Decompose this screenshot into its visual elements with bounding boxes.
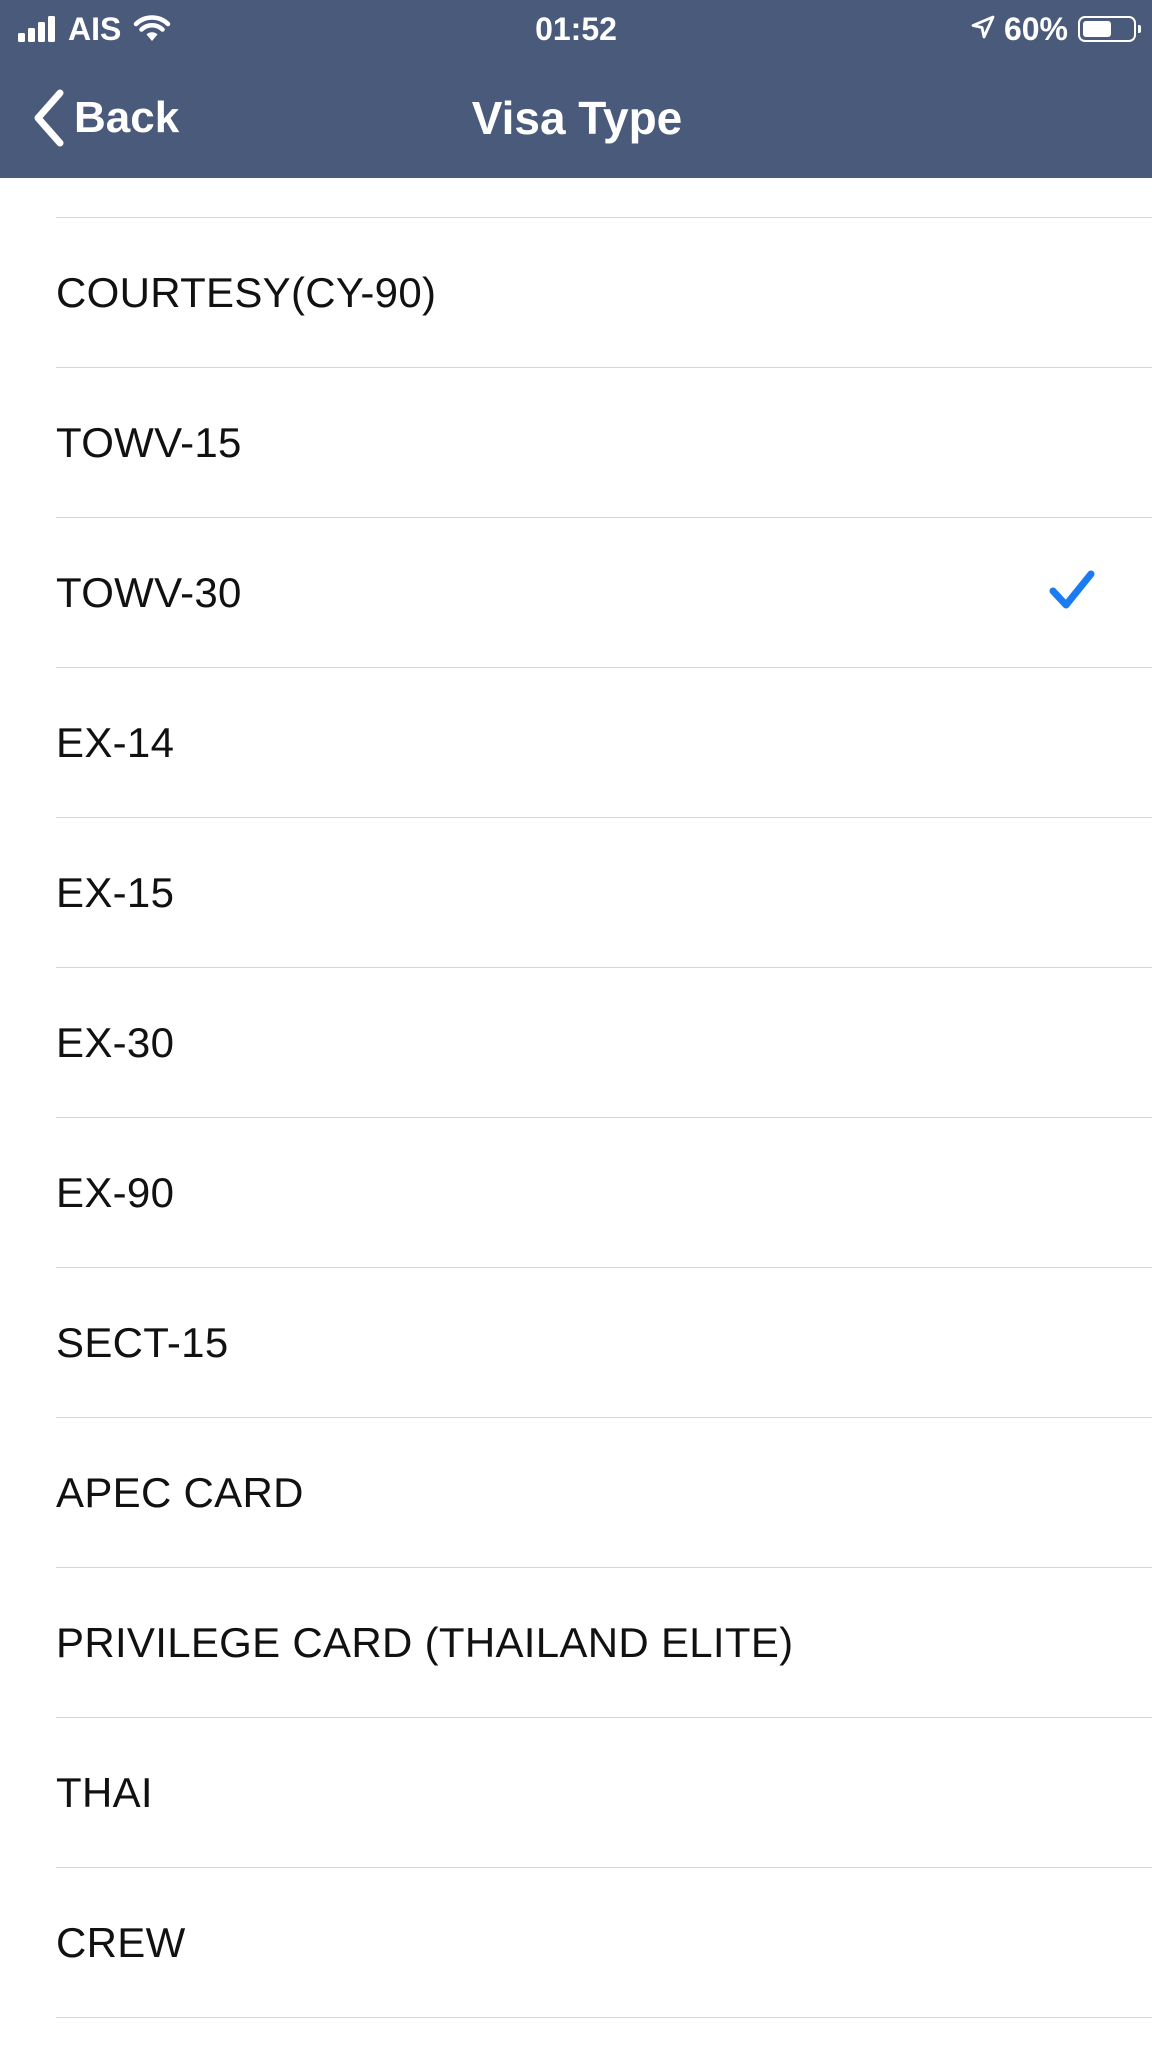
visa-type-label: CREW (56, 1919, 186, 1966)
navigation-bar: Back Visa Type (0, 58, 1152, 178)
visa-type-label: PRIVILEGE CARD (THAILAND ELITE) (56, 1619, 794, 1666)
visa-type-label: EX-30 (56, 1019, 175, 1066)
visa-type-row[interactable]: EX-15 (56, 818, 1152, 968)
visa-type-row[interactable]: EX-90 (56, 1118, 1152, 1268)
battery-icon (1078, 16, 1141, 42)
location-arrow-icon (970, 14, 996, 45)
visa-type-label: COURTESY(CY-90) (56, 269, 437, 316)
visa-type-row[interactable]: EX-14 (56, 668, 1152, 818)
visa-type-row[interactable]: TOWV-15 (56, 368, 1152, 518)
visa-type-label: SECT-15 (56, 1319, 229, 1366)
visa-type-label: EX-15 (56, 869, 175, 916)
visa-type-label: TOWV-30 (56, 569, 242, 616)
visa-type-row[interactable]: THAI (56, 1718, 1152, 1868)
battery-percent: 60% (1003, 10, 1068, 47)
battery-cap (1138, 25, 1141, 33)
status-bar: AIS 01:52 60% (0, 0, 1152, 58)
checkmark-icon (1048, 568, 1096, 612)
visa-type-row[interactable]: PRIVILEGE CARD (THAILAND ELITE) (56, 1568, 1152, 1718)
header: AIS 01:52 60% Back Visa Type (0, 0, 1152, 178)
visa-type-row[interactable]: COURTESY(CY-90) (56, 218, 1152, 368)
visa-type-row[interactable]: CREW (56, 1868, 1152, 2018)
visa-type-label: APEC CARD (56, 1469, 304, 1516)
visa-type-list: COURTESY(CY-90) TOWV-15 TOWV-30 EX-14 EX-15 E… (0, 178, 1152, 2018)
status-right: 60% (970, 8, 1141, 50)
visa-type-label: THAI (56, 1769, 153, 1816)
visa-type-row[interactable]: SECT-15 (56, 1268, 1152, 1418)
visa-type-row[interactable]: APEC CARD (56, 1418, 1152, 1568)
visa-type-label: EX-14 (56, 719, 175, 766)
page-title: Visa Type (471, 92, 683, 144)
visa-type-row[interactable]: TOWV-30 (56, 518, 1152, 668)
visa-type-label: EX-90 (56, 1169, 175, 1216)
list-top-divider (56, 178, 1152, 218)
visa-type-row[interactable]: EX-30 (56, 968, 1152, 1118)
visa-type-label: TOWV-15 (56, 419, 242, 466)
battery-fill (1083, 21, 1111, 37)
